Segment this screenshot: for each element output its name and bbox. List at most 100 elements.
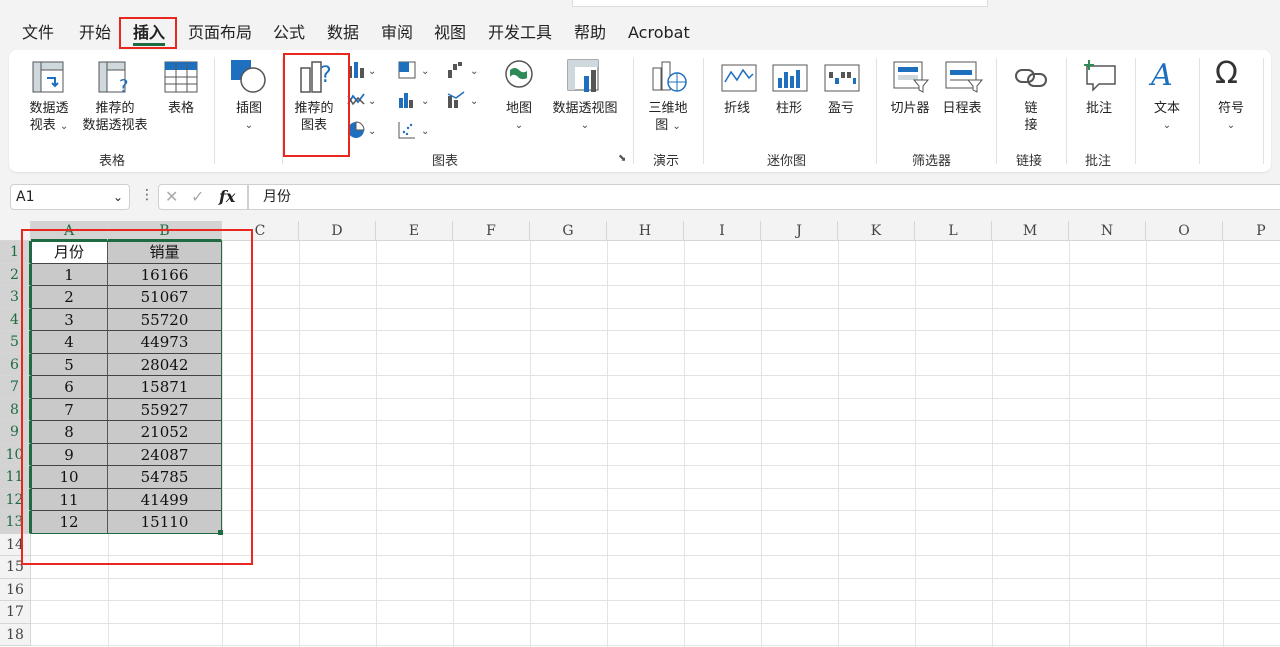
combo-chart-icon[interactable]: ⌄ xyxy=(446,90,478,114)
table-button[interactable]: 表格 xyxy=(159,100,203,117)
col-header-j[interactable]: J xyxy=(761,221,838,241)
row-header[interactable]: 15 xyxy=(0,556,31,579)
tab-review[interactable]: 审阅 xyxy=(381,18,413,48)
col-header-f[interactable]: F xyxy=(453,221,530,241)
chevron-down-icon[interactable]: ⌄ xyxy=(113,185,123,209)
cell-sales[interactable]: 41499 xyxy=(108,488,222,511)
cell-month[interactable]: 5 xyxy=(31,353,108,376)
col-header-p[interactable]: P xyxy=(1223,221,1280,241)
cell-month[interactable]: 6 xyxy=(31,376,108,399)
row-header[interactable]: 12 xyxy=(0,488,31,511)
col-header-h[interactable]: H xyxy=(607,221,684,241)
enter-icon[interactable]: ✓ xyxy=(191,187,204,206)
cancel-icon[interactable]: ✕ xyxy=(165,187,178,206)
cell-header-sales[interactable]: 销量 xyxy=(108,241,222,264)
hierarchy-chart-icon[interactable]: ⌄ xyxy=(397,60,429,84)
cell-month[interactable]: 12 xyxy=(31,511,108,534)
waterfall-chart-icon[interactable]: ⌄ xyxy=(446,60,478,84)
cell-month[interactable]: 9 xyxy=(31,443,108,466)
row-header[interactable]: 8 xyxy=(0,398,31,421)
worksheet-grid[interactable]: A B C D E F G H I J K L M N O P 12345678… xyxy=(0,221,1280,647)
col-header-l[interactable]: L xyxy=(915,221,992,241)
col-header-m[interactable]: M xyxy=(992,221,1069,241)
cell-sales[interactable]: 28042 xyxy=(108,353,222,376)
tab-view[interactable]: 视图 xyxy=(434,18,466,48)
col-header-d[interactable]: D xyxy=(299,221,376,241)
cell-month[interactable]: 8 xyxy=(31,421,108,444)
row-header[interactable]: 16 xyxy=(0,578,31,601)
insert-function-icon[interactable]: fx xyxy=(219,187,235,206)
row-header[interactable]: 11 xyxy=(0,466,31,489)
3d-map-button[interactable]: 三维地 图 ⌄ xyxy=(642,100,694,135)
cell-sales[interactable]: 55720 xyxy=(108,308,222,331)
sparkline-line-button[interactable]: 折线 xyxy=(715,100,759,117)
row-header[interactable]: 6 xyxy=(0,353,31,376)
row-header[interactable]: 4 xyxy=(0,308,31,331)
col-header-n[interactable]: N xyxy=(1069,221,1146,241)
cell-month[interactable]: 11 xyxy=(31,488,108,511)
pivot-table-button[interactable]: 数据透 视表 ⌄ xyxy=(23,100,75,135)
row-header[interactable]: 18 xyxy=(0,623,31,646)
cell-sales[interactable]: 15871 xyxy=(108,376,222,399)
row-header[interactable]: 14 xyxy=(0,533,31,556)
tab-help[interactable]: 帮助 xyxy=(574,18,606,48)
col-header-i[interactable]: I xyxy=(684,221,761,241)
cell-sales[interactable]: 55927 xyxy=(108,398,222,421)
tab-formulas[interactable]: 公式 xyxy=(273,18,305,48)
tab-acrobat[interactable]: Acrobat xyxy=(628,18,690,48)
statistic-chart-icon[interactable]: ⌄ xyxy=(397,90,429,114)
maps-button[interactable]: 地图 ⌄ xyxy=(497,100,541,134)
link-button[interactable]: 链 接 xyxy=(1011,100,1051,134)
line-chart-icon[interactable]: ⌄ xyxy=(346,90,376,114)
col-header-c[interactable]: C xyxy=(222,221,299,241)
formula-input[interactable]: 月份 xyxy=(248,184,1280,210)
cell-sales[interactable]: 21052 xyxy=(108,421,222,444)
sparkline-winloss-button[interactable]: 盈亏 xyxy=(819,100,863,117)
fill-handle[interactable] xyxy=(218,530,223,535)
row-header[interactable]: 9 xyxy=(0,421,31,444)
slicer-button[interactable]: 切片器 xyxy=(885,100,935,117)
row-header[interactable]: 17 xyxy=(0,601,31,624)
cell-month[interactable]: 4 xyxy=(31,331,108,354)
cell-month[interactable]: 1 xyxy=(31,263,108,286)
col-header-b[interactable]: B xyxy=(108,221,222,241)
tab-home[interactable]: 开始 xyxy=(79,18,111,48)
row-header[interactable]: 3 xyxy=(0,286,31,309)
cell-month[interactable]: 10 xyxy=(31,466,108,489)
sparkline-column-button[interactable]: 柱形 xyxy=(767,100,811,117)
row-header[interactable]: 5 xyxy=(0,331,31,354)
row-header[interactable]: 7 xyxy=(0,376,31,399)
tab-file[interactable]: 文件 xyxy=(22,18,54,48)
cell-sales[interactable]: 44973 xyxy=(108,331,222,354)
cell-month[interactable]: 3 xyxy=(31,308,108,331)
illustrations-button[interactable]: 插图 ⌄ xyxy=(227,100,271,134)
pie-chart-icon[interactable]: ⌄ xyxy=(346,120,376,144)
col-header-a[interactable]: A xyxy=(31,221,108,241)
row-header[interactable]: 13 xyxy=(0,511,31,534)
col-header-e[interactable]: E xyxy=(376,221,453,241)
select-all-corner[interactable] xyxy=(0,221,31,241)
text-button[interactable]: 文本 ⌄ xyxy=(1145,100,1189,134)
pivot-chart-button[interactable]: 数据透视图 ⌄ xyxy=(545,100,625,134)
symbol-button[interactable]: 符号 ⌄ xyxy=(1209,100,1253,134)
col-header-g[interactable]: G xyxy=(530,221,607,241)
tab-data[interactable]: 数据 xyxy=(327,18,359,48)
row-header[interactable]: 10 xyxy=(0,443,31,466)
scatter-chart-icon[interactable]: ⌄ xyxy=(397,120,429,144)
timeline-button[interactable]: 日程表 xyxy=(937,100,987,117)
cell-sales[interactable]: 54785 xyxy=(108,466,222,489)
recommended-pivot-button[interactable]: 推荐的 数据透视表 xyxy=(75,100,155,134)
cell-sales[interactable]: 15110 xyxy=(108,511,222,534)
cell-sales[interactable]: 16166 xyxy=(108,263,222,286)
col-header-k[interactable]: K xyxy=(838,221,915,241)
column-chart-icon[interactable]: ⌄ xyxy=(346,60,376,84)
recommended-charts-button[interactable]: 推荐的 图表 xyxy=(288,100,340,134)
cell-month[interactable]: 2 xyxy=(31,286,108,309)
name-box[interactable]: A1 ⌄ xyxy=(10,184,130,210)
row-header[interactable]: 2 xyxy=(0,263,31,286)
row-header[interactable]: 1 xyxy=(0,241,31,264)
cell-sales[interactable]: 51067 xyxy=(108,286,222,309)
comment-button[interactable]: 批注 xyxy=(1077,100,1121,117)
cell-month[interactable]: 7 xyxy=(31,398,108,421)
tab-developer[interactable]: 开发工具 xyxy=(488,18,552,48)
